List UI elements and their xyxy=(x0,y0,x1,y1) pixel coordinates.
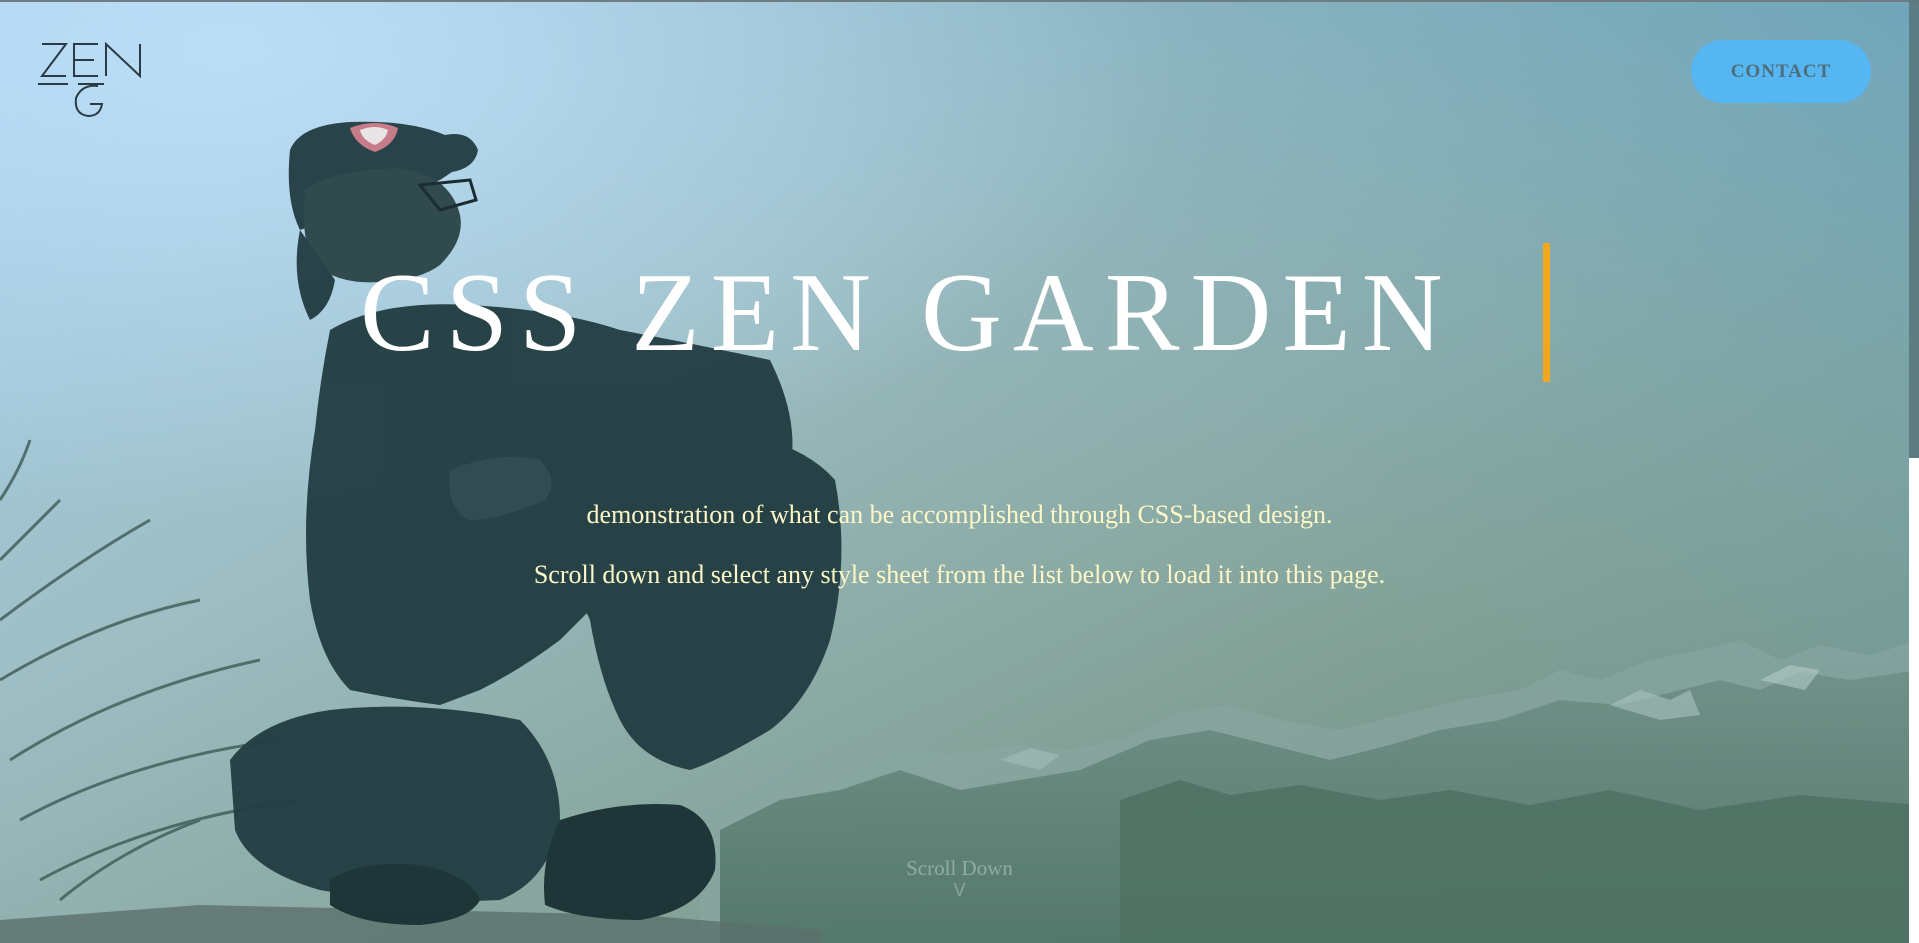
chevron-down-icon[interactable]: V xyxy=(0,880,1919,901)
hero-section: CONTACT CSS ZEN GARDEN demonstration of … xyxy=(0,0,1919,943)
scrollbar-track[interactable] xyxy=(1909,458,1919,943)
scrollbar-thumb[interactable] xyxy=(1909,0,1919,458)
typing-caret xyxy=(1543,243,1550,382)
page-title: CSS ZEN GARDEN xyxy=(360,251,1454,375)
intro-text-line-1: demonstration of what can be accomplishe… xyxy=(586,500,1333,529)
contact-button[interactable]: CONTACT xyxy=(1691,40,1871,103)
background-photo xyxy=(0,0,1919,943)
top-border xyxy=(0,0,1919,2)
zen-garden-logo-icon[interactable] xyxy=(38,40,146,118)
intro-text-line-2: Scroll down and select any style sheet f… xyxy=(533,560,1386,589)
scroll-down-link[interactable]: Scroll Down xyxy=(0,856,1919,881)
title-container: CSS ZEN GARDEN xyxy=(360,238,1560,388)
